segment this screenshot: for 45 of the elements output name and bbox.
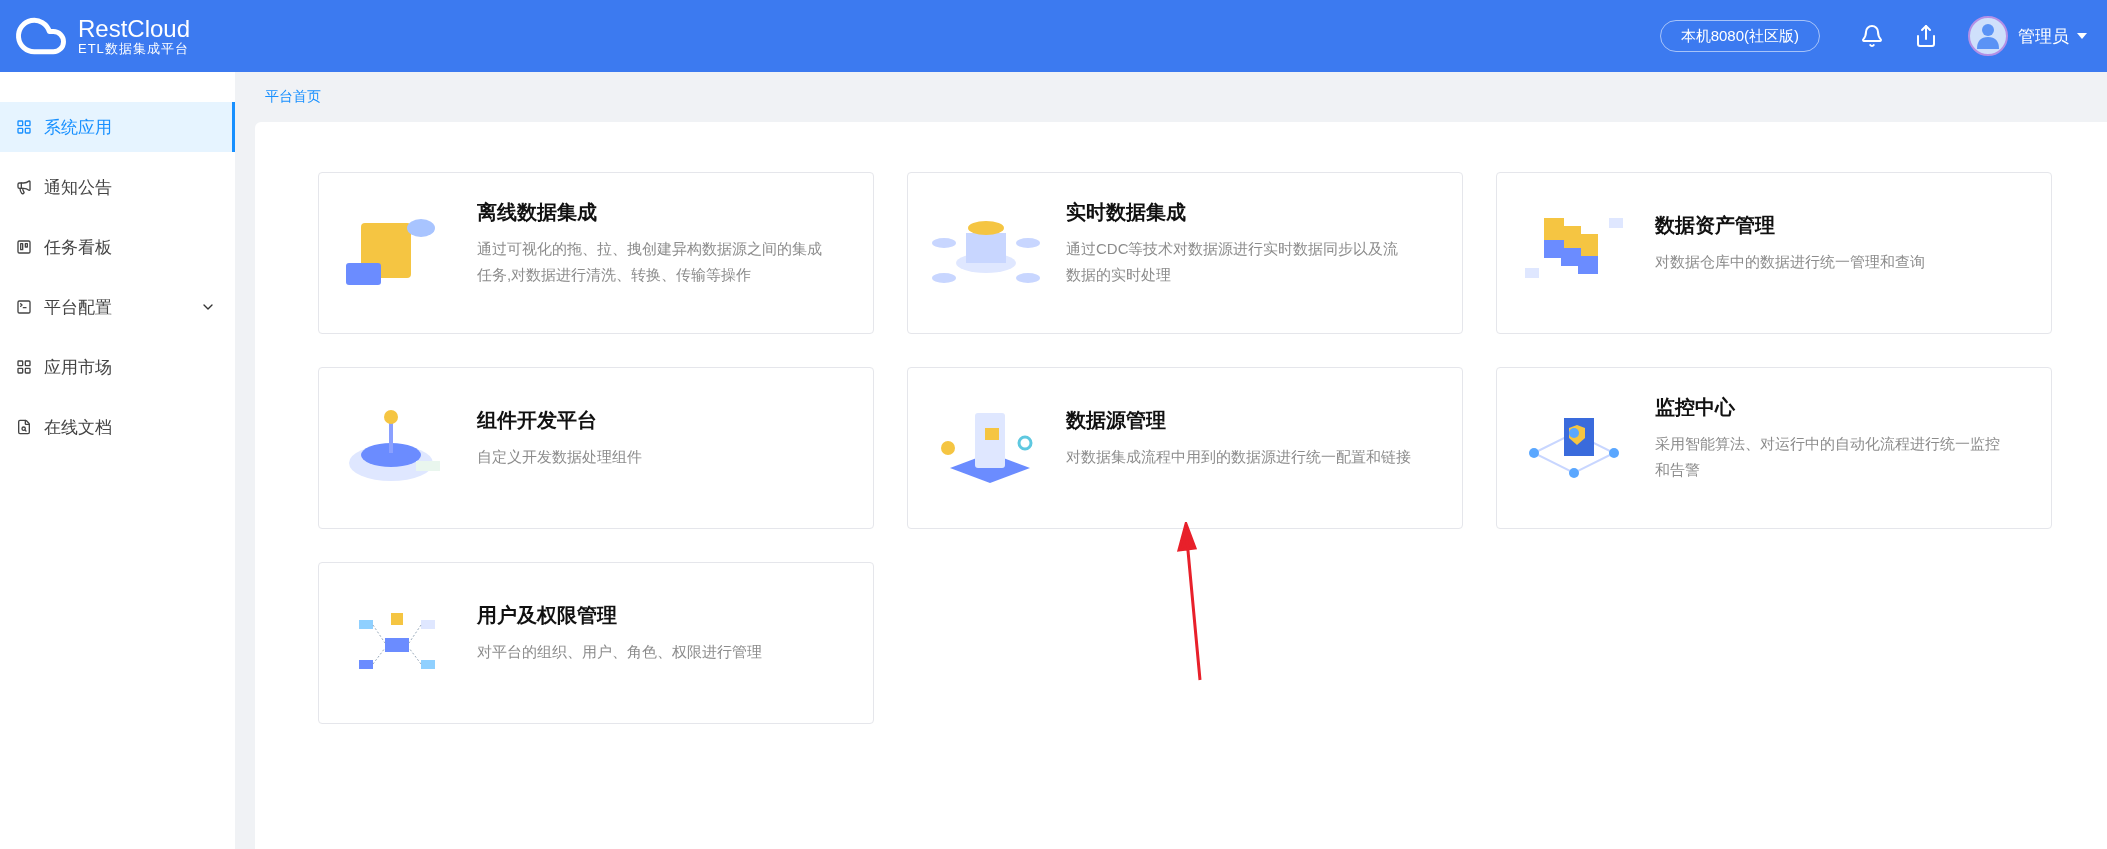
card-title: 监控中心 xyxy=(1655,394,1736,420)
sidebar-item[interactable]: 应用市场 xyxy=(0,342,235,392)
sidebar-label: 任务看板 xyxy=(44,236,113,259)
menu-icon xyxy=(16,179,32,195)
sidebar-item[interactable]: 任务看板 xyxy=(0,222,235,272)
menu-icon xyxy=(16,299,32,315)
app-card[interactable]: 离线数据集成 通过可视化的拖、拉、拽创建异构数据源之间的集成任务,对数据进行清洗、转换、传输等操作 xyxy=(318,172,874,334)
sidebar-item[interactable]: 在线文档 xyxy=(0,402,235,452)
app-card[interactable]: 监控中心 采用智能算法、对运行中的自动化流程进行统一监控和告警 xyxy=(1496,367,2052,529)
card-title: 离线数据集成 xyxy=(477,199,598,225)
sidebar-item[interactable]: 通知公告 xyxy=(0,162,235,212)
card-title: 数据源管理 xyxy=(1066,407,1167,433)
app-card[interactable]: 数据资产管理 对数据仓库中的数据进行统一管理和查询 xyxy=(1496,172,2052,334)
card-title: 实时数据集成 xyxy=(1066,199,1187,225)
card-title: 数据资产管理 xyxy=(1655,212,1776,238)
logo-subtitle: ETL数据集成平台 xyxy=(78,42,190,57)
card-description: 对数据集成流程中用到的数据源进行统一配置和链接 xyxy=(1066,446,1411,467)
card-description: 对平台的组织、用户、角色、权限进行管理 xyxy=(477,641,762,662)
sidebar-item[interactable]: 平台配置 xyxy=(0,282,235,332)
app-card[interactable]: 用户及权限管理 对平台的组织、用户、角色、权限进行管理 xyxy=(318,562,874,724)
menu-icon xyxy=(16,419,32,435)
menu-icon xyxy=(16,119,32,135)
card-description: 通过可视化的拖、拉、拽创建异构数据源之间的集成任务,对数据进行清洗、转换、传输等操作 xyxy=(477,238,822,285)
logo-title: RestCloud xyxy=(78,15,191,42)
card-description: 自定义开发数据处理组件 xyxy=(477,446,642,467)
sidebar-label: 应用市场 xyxy=(44,356,113,379)
app-card[interactable]: 数据源管理 对数据集成流程中用到的数据源进行统一配置和链接 xyxy=(907,367,1463,529)
app-card[interactable]: 实时数据集成 通过CDC等技术对数据源进行实时数据同步以及流数据的实时处理 xyxy=(907,172,1463,334)
card-title: 用户及权限管理 xyxy=(477,602,618,628)
bell-icon[interactable] xyxy=(1860,24,1884,48)
menu-icon xyxy=(16,239,32,255)
avatar-icon[interactable] xyxy=(1968,16,2008,56)
user-menu[interactable]: 管理员 xyxy=(2018,24,2087,48)
caret-icon xyxy=(2077,33,2087,39)
app-card[interactable]: 组件开发平台 自定义开发数据处理组件 xyxy=(318,367,874,529)
sidebar-label: 系统应用 xyxy=(44,116,113,139)
share-icon[interactable] xyxy=(1914,24,1938,48)
sidebar-label: 通知公告 xyxy=(44,176,113,199)
card-title: 组件开发平台 xyxy=(477,407,598,433)
card-description: 对数据仓库中的数据进行统一管理和查询 xyxy=(1655,251,1925,272)
sidebar-label: 在线文档 xyxy=(44,416,113,439)
menu-icon xyxy=(16,359,32,375)
card-description: 通过CDC等技术对数据源进行实时数据同步以及流数据的实时处理 xyxy=(1066,238,1400,285)
card-description: 采用智能算法、对运行中的自动化流程进行统一监控和告警 xyxy=(1655,433,2000,480)
sidebar-label: 平台配置 xyxy=(44,296,113,319)
